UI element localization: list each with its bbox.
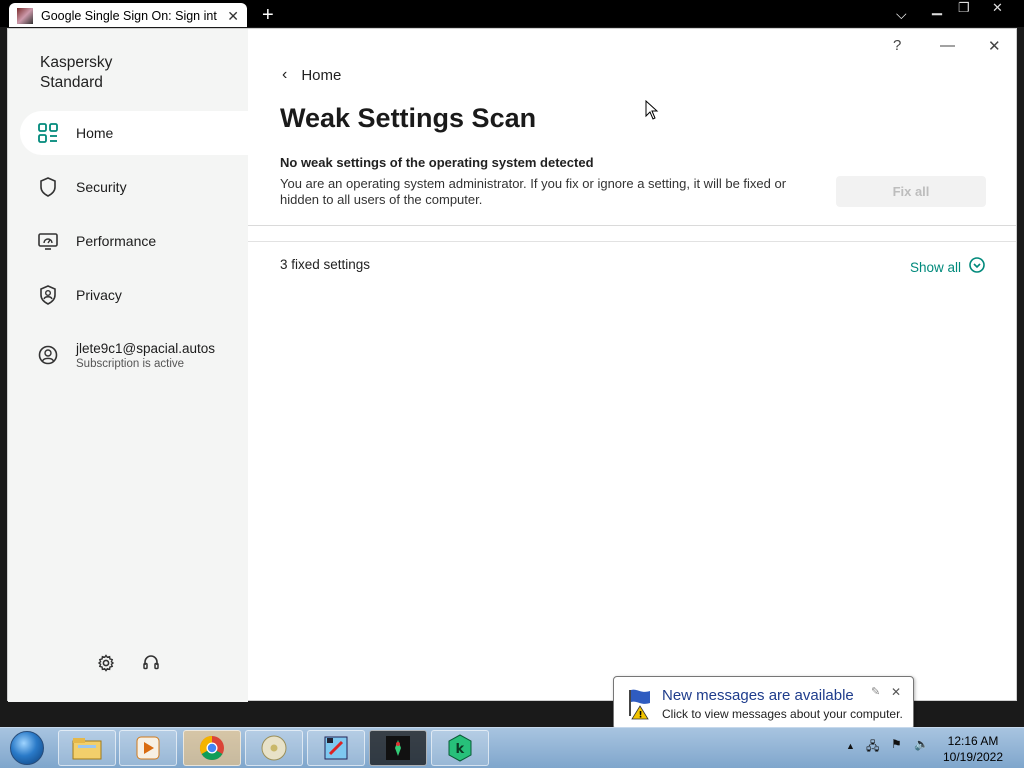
notification-options-icon[interactable]: ✎ <box>871 685 880 698</box>
clock-time: 12:16 AM <box>947 734 999 748</box>
windows-orb-icon <box>10 731 44 765</box>
sidebar-item-label: Privacy <box>76 287 122 303</box>
show-all-button[interactable]: Show all <box>910 257 985 278</box>
browser-minimize-icon[interactable]: ▁ <box>932 0 942 16</box>
brand-title: Kaspersky Standard <box>40 53 112 93</box>
tab-title: Google Single Sign On: Sign into <box>41 9 217 23</box>
home-grid-icon <box>38 123 58 143</box>
scan-description: You are an operating system administrato… <box>280 176 787 207</box>
user-icon <box>38 345 58 365</box>
clock-date: 10/19/2022 <box>942 750 1004 764</box>
browser-close-icon[interactable]: ✕ <box>992 0 1003 16</box>
volume-icon[interactable]: 🔈 <box>914 737 929 751</box>
browser-tab[interactable]: Google Single Sign On: Sign into ✕ <box>9 3 247 29</box>
brand-line1: Kaspersky <box>40 54 113 71</box>
sidebar-item-security[interactable]: Security <box>20 165 248 209</box>
monitor-gauge-icon <box>38 231 58 251</box>
brand-line2: Standard <box>40 74 103 91</box>
action-center-flag-icon[interactable]: ⚑ <box>891 737 902 751</box>
start-button[interactable] <box>6 729 48 767</box>
network-icon[interactable]: 🖧 <box>866 737 879 758</box>
settings-gear-icon[interactable] <box>95 652 117 674</box>
sidebar: Kaspersky Standard Home Security Perform… <box>8 29 248 702</box>
sidebar-item-label: Performance <box>76 233 157 249</box>
notification-title: New messages are available <box>662 687 854 704</box>
sidebar-item-home[interactable]: Home <box>20 111 248 155</box>
system-clock[interactable]: 12:16 AM 10/19/2022 <box>938 733 1008 765</box>
shield-icon <box>38 177 58 197</box>
media-player-icon[interactable] <box>119 730 177 766</box>
browser-restore-icon[interactable]: ❐ <box>958 0 970 16</box>
sidebar-item-label: Home <box>76 125 114 141</box>
subscription-status: Subscription is active <box>76 358 185 370</box>
kaspersky-icon[interactable]: k <box>431 730 489 766</box>
chevron-down-icon[interactable]: ⌵ <box>896 6 907 23</box>
game-icon[interactable] <box>369 730 427 766</box>
sidebar-item-privacy[interactable]: Privacy <box>20 273 248 317</box>
main-content: ? — ✕ ‹ Home Weak Settings Scan No weak … <box>248 29 1016 702</box>
sidebar-item-performance[interactable]: Performance <box>20 219 248 263</box>
tab-close-icon[interactable]: ✕ <box>227 8 239 25</box>
notification-close-icon[interactable]: ✕ <box>891 685 901 699</box>
notification-text: Click to view messages about your comput… <box>662 707 903 721</box>
divider <box>248 241 1016 242</box>
disc-icon[interactable] <box>245 730 303 766</box>
action-center-flag-icon: ! <box>624 686 658 725</box>
chrome-icon[interactable] <box>183 730 241 766</box>
back-label: Home <box>301 66 342 84</box>
notification-balloon[interactable]: ! New messages are available Click to vi… <box>613 676 914 741</box>
support-headset-icon[interactable] <box>140 652 162 674</box>
show-all-label: Show all <box>910 260 962 275</box>
privacy-shield-icon <box>38 285 58 305</box>
file-explorer-icon[interactable] <box>58 730 116 766</box>
fix-all-button[interactable]: Fix all <box>836 176 986 207</box>
tray-expand-icon[interactable]: ▲ <box>846 741 855 751</box>
paint-icon[interactable] <box>307 730 365 766</box>
close-button[interactable]: ✕ <box>988 37 1001 55</box>
scan-status: No weak settings of the operating system… <box>280 155 594 170</box>
new-tab-button[interactable]: + <box>262 4 274 27</box>
kaspersky-window: Kaspersky Standard Home Security Perform… <box>7 28 1017 702</box>
taskbar: k ▲ 🖧 ⚑ 🔈 12:16 AM 10/19/2022 <box>0 727 1024 768</box>
account-email: jlete9c1@spacial.autos <box>76 341 216 356</box>
svg-text:k: k <box>456 742 465 757</box>
sidebar-item-label: Security <box>76 179 127 195</box>
minimize-button[interactable]: — <box>940 37 955 54</box>
divider <box>248 225 1016 226</box>
page-title: Weak Settings Scan <box>280 103 537 133</box>
fixed-settings-count: 3 fixed settings <box>280 257 371 272</box>
mouse-cursor-icon <box>645 99 659 125</box>
tab-favicon-icon <box>17 8 33 24</box>
svg-text:!: ! <box>639 711 643 721</box>
chevron-down-circle-icon <box>969 257 985 278</box>
help-button[interactable]: ? <box>893 37 901 54</box>
back-link[interactable]: ‹ Home <box>282 66 341 84</box>
account-item[interactable]: jlete9c1@spacial.autos Subscription is a… <box>38 341 215 370</box>
browser-tabstrip: Google Single Sign On: Sign into ✕ + ⌵ ▁… <box>0 0 1024 29</box>
chevron-left-icon: ‹ <box>282 66 288 83</box>
